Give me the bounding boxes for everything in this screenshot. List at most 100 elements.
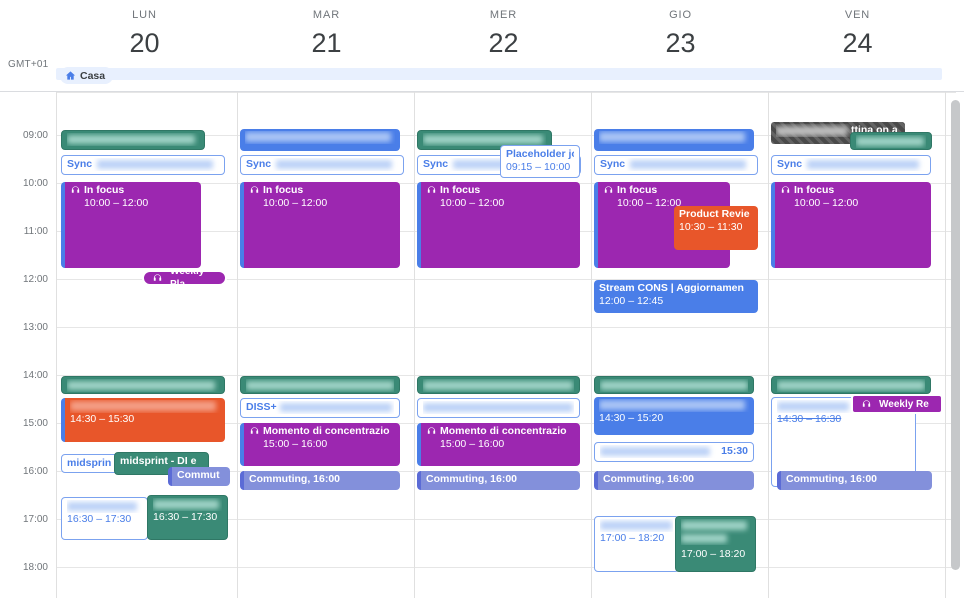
redacted-title (599, 400, 745, 411)
day-divider (945, 92, 946, 598)
event-wed-green-afternoon[interactable] (417, 376, 580, 394)
headphones-icon (427, 427, 436, 434)
event-title: Commuting, 16:00 (603, 473, 695, 485)
event-title-text: DISS+ (246, 401, 277, 413)
event-mon-green-afternoon[interactable] (61, 376, 225, 394)
event-tue-commuting[interactable]: Commuting, 16:00 (240, 471, 400, 490)
event-title (246, 379, 394, 392)
event-fri-commuting[interactable]: Commuting, 16:00 (777, 471, 932, 490)
event-thu-outline-1530[interactable]: 15:30 (594, 442, 754, 462)
event-time: 15:00 – 16:00 (440, 438, 505, 450)
event-fri-in-focus[interactable]: In focus 10:00 – 12:00 (771, 182, 931, 268)
event-time: 14:30 – 15:30 (70, 413, 135, 425)
event-title: In focus (603, 184, 725, 197)
redacted-title (630, 160, 747, 169)
event-wed-momento[interactable]: Momento di concentrazio 15:00 – 16:00 (417, 423, 580, 466)
headphones-icon (250, 186, 259, 193)
event-time: 14:30 – 16:30 (777, 413, 842, 425)
event-wed-outline-afternoon[interactable] (417, 398, 580, 418)
hour-label: 15:00 (22, 418, 48, 429)
event-thu-stream-cons[interactable]: Stream CONS | Aggiornamen 12:00 – 12:45 (594, 280, 758, 313)
event-fri-green-morning[interactable] (850, 132, 932, 150)
event-time: 15:00 – 16:00 (263, 438, 328, 450)
event-time: 09:15 – 10:00 (506, 161, 571, 173)
day-divider (414, 92, 415, 598)
redacted-title (279, 403, 392, 412)
event-time: 10:00 – 12:00 (794, 197, 859, 209)
event-title: Commuting, 16:00 (249, 473, 341, 485)
event-mon-orange[interactable]: 14:30 – 15:30 (61, 398, 225, 442)
event-title-text: Sync (246, 158, 272, 170)
event-thu-commuting[interactable]: Commuting, 16:00 (594, 471, 754, 490)
event-title (423, 379, 574, 392)
event-thu-blue-morning[interactable] (594, 129, 754, 151)
event-tue-diss[interactable]: DISS+ (240, 398, 400, 418)
event-title-text: Momento di concentrazio (440, 425, 567, 437)
all-day-row[interactable]: Casa (56, 67, 964, 90)
event-mon-evening-green[interactable]: 16:30 – 17:30 (147, 495, 228, 540)
all-day-event-casa[interactable]: Casa (60, 67, 114, 84)
redacted-title (153, 499, 219, 509)
event-tue-momento[interactable]: Momento di concentrazio 15:00 – 16:00 (240, 423, 400, 466)
event-title (600, 379, 748, 392)
hour-label: 13:00 (22, 322, 48, 333)
event-mon-green-morning[interactable] (61, 130, 205, 150)
event-title (777, 379, 925, 392)
event-wed-in-focus[interactable]: In focus 10:00 – 12:00 (417, 182, 580, 268)
redacted-title (67, 380, 215, 390)
hour-label: 10:00 (22, 178, 48, 189)
event-title-text: In focus (84, 184, 125, 196)
hour-label: 18:00 (22, 562, 48, 573)
event-title (67, 500, 142, 513)
event-fri-green-afternoon[interactable] (771, 376, 931, 394)
redacted-title (246, 380, 394, 390)
event-wed-commuting[interactable]: Commuting, 16:00 (417, 471, 580, 490)
event-mon-evening-outline[interactable]: 16:30 – 17:30 (61, 497, 148, 540)
all-day-band (56, 68, 942, 80)
event-title: Placeholder jo (506, 148, 574, 160)
event-title: Sync (246, 158, 398, 171)
redacted-title (423, 402, 573, 412)
event-title-text: Sync (600, 158, 626, 170)
vertical-scrollbar[interactable] (951, 100, 960, 570)
event-thu-product-review[interactable]: Product Revie 10:30 – 11:30 (674, 206, 758, 250)
event-tue-sync[interactable]: Sync (240, 155, 404, 175)
event-title-text: Weekly Re (879, 398, 929, 410)
event-thu-blue-afternoon[interactable]: 14:30 – 15:20 (594, 397, 754, 435)
redacted-title (97, 160, 214, 169)
headphones-icon (604, 186, 613, 193)
timezone-label: GMT+01 (8, 59, 49, 70)
calendar-grid[interactable]: 09:00 10:00 11:00 12:00 13:00 14:00 15:0… (0, 92, 964, 598)
day-header-mer[interactable]: MER 22 (415, 0, 592, 59)
event-mon-sync[interactable]: Sync (61, 155, 225, 175)
day-header-ven[interactable]: VEN 24 (769, 0, 946, 59)
event-thu-evening-green[interactable]: 17:00 – 18:20 (675, 516, 756, 572)
calendar-week-view: LUN 20 MAR 21 MER 22 GIO 23 VEN 24 GMT+0… (0, 0, 964, 598)
redacted-title (423, 380, 573, 390)
day-of-week-label: VEN (844, 9, 871, 21)
day-header-mar[interactable]: MAR 21 (238, 0, 415, 59)
event-title (153, 498, 222, 511)
event-tue-in-focus[interactable]: In focus 10:00 – 12:00 (240, 182, 400, 268)
day-header-gio[interactable]: GIO 23 (592, 0, 769, 59)
event-title-text: Sync (423, 158, 449, 170)
event-wed-placeholder[interactable]: Placeholder jo 09:15 – 10:00 (500, 145, 580, 178)
event-fri-weekly-review-chip[interactable]: Weekly Re (851, 394, 943, 414)
event-title: Sync (67, 158, 219, 171)
event-title (67, 379, 219, 392)
event-thu-evening-outline[interactable]: 17:00 – 18:20 (594, 516, 679, 572)
day-of-week-label: GIO (669, 9, 692, 21)
event-thu-sync[interactable]: Sync (594, 155, 758, 175)
event-title (600, 519, 673, 532)
event-mon-weekly-planning-chip[interactable]: Weekly Pla (142, 270, 227, 286)
event-fri-sync[interactable]: Sync (771, 155, 931, 175)
event-time: 16:30 – 17:30 (67, 513, 132, 525)
event-title-text: In focus (263, 184, 304, 196)
event-title: In focus (249, 184, 395, 197)
event-mon-commuting-chip[interactable]: Commut (168, 467, 230, 486)
event-mon-in-focus[interactable]: In focus 10:00 – 12:00 (61, 182, 201, 268)
day-header-lun[interactable]: LUN 20 (56, 0, 233, 59)
event-tue-blue-morning[interactable] (240, 129, 400, 151)
event-tue-green-afternoon[interactable] (240, 376, 400, 394)
event-thu-green-afternoon[interactable] (594, 376, 754, 394)
